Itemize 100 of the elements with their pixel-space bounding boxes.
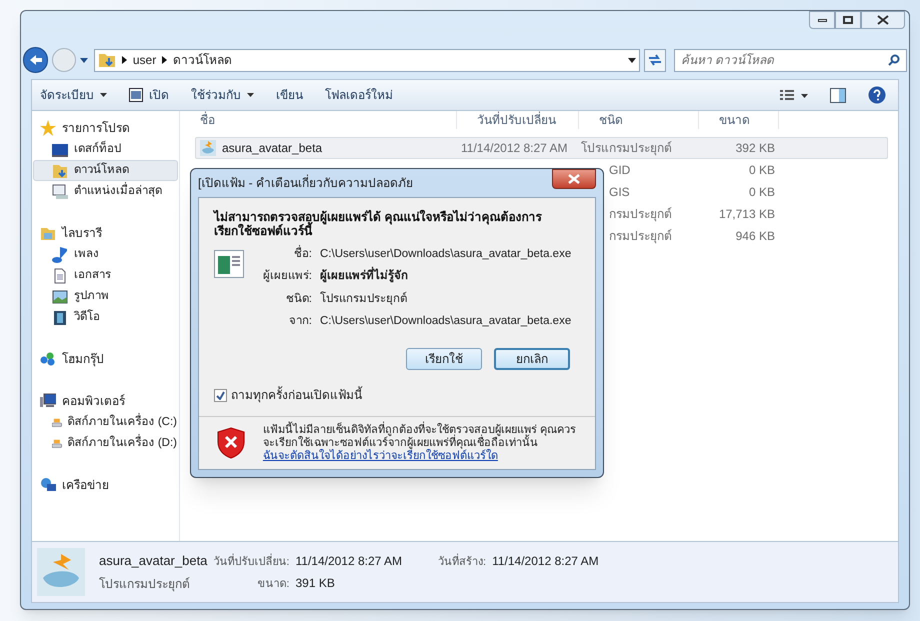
field-label: ชื่อ:	[244, 246, 312, 264]
music-note-icon	[52, 246, 68, 262]
maximize-button[interactable]	[835, 11, 861, 29]
toolbar-button[interactable]: เปิด	[129, 86, 169, 104]
field-label: วันที่ปรับเปลี่ยน:	[213, 554, 290, 570]
table-cell-text: GID	[608, 162, 632, 179]
field-value: C:\Users\user\Downloads\asura_avatar_beta.exe	[320, 314, 572, 329]
refresh-icon	[648, 54, 662, 66]
folder-icon	[98, 52, 116, 68]
close-icon	[877, 15, 889, 25]
field-value: C:\Users\user\Downloads\asura_avatar_beta.exe	[320, 247, 572, 262]
table-cell-text: 17,713 KB	[718, 206, 776, 223]
checkbox-label[interactable]: ถามทุกครั้งก่อนเปิดแฟ้มนี้	[231, 386, 362, 404]
sidebar-item[interactable]: เครือข่าย	[32, 474, 179, 496]
picture-icon	[52, 288, 68, 304]
table-cell-text: GIS	[608, 184, 631, 201]
field-label: ขนาด:	[256, 577, 290, 592]
table-cell-text: 11/14/2012 8:27 AM	[460, 140, 569, 157]
field-value: 11/14/2012 8:27 AM	[492, 552, 599, 570]
sidebar-item[interactable]: รูปภาพ	[33, 286, 178, 307]
toolbar-button[interactable]: จัดระเบียบ	[40, 86, 107, 104]
file-name: asura_avatar_beta	[222, 140, 322, 157]
toolbar-button[interactable]: ใช้ร่วมกับ	[191, 86, 254, 104]
field-value: 391 KB	[295, 575, 336, 592]
close-button[interactable]	[861, 11, 905, 29]
sidebar-item[interactable]: เดสก์ท็อป	[33, 139, 178, 160]
field-value: โปรแกรมประยุกต์	[320, 290, 408, 307]
chevron-icon	[122, 56, 127, 64]
application-icon	[214, 250, 244, 278]
column-header[interactable]: วันที่ปรับเปลี่ยน	[457, 111, 579, 129]
computer-icon	[40, 393, 56, 409]
dialog-title: [เปิดแฟ้ม - คำเตือนเกี่ยวกับความปลอดภัย	[198, 174, 413, 192]
back-button[interactable]	[23, 47, 48, 73]
folder-icon	[40, 225, 56, 241]
minimize-icon	[818, 18, 826, 22]
minimize-button[interactable]	[809, 11, 835, 29]
chevron-icon	[162, 56, 168, 64]
back-arrow-icon	[28, 54, 43, 66]
search-placeholder: ค้นหา ดาวน์โหลด	[680, 52, 774, 69]
table-cell-text: 392 KB	[734, 140, 776, 157]
circles-icon	[40, 351, 56, 367]
sidebar-item[interactable]: ไลบรารี	[32, 222, 179, 244]
close-icon	[568, 174, 580, 184]
field-label: วันที่สร้าง:	[438, 554, 486, 570]
table-cell-text: กรมประยุกต์	[608, 228, 673, 245]
dialog-button[interactable]: เรียกใช้	[406, 348, 482, 370]
search-field[interactable]: ค้นหา ดาวน์โหลด	[674, 48, 907, 72]
toolbar-button[interactable]: เขียน	[276, 86, 303, 104]
sidebar-item[interactable]: เอกสาร	[33, 265, 178, 286]
monitor-icon	[52, 142, 68, 158]
field-value: 11/14/2012 8:27 AM	[295, 552, 402, 570]
breadcrumb-item[interactable]: ดาวน์โหลด	[173, 51, 232, 69]
close-button[interactable]	[552, 169, 596, 189]
folder-icon	[52, 162, 68, 178]
maximize-icon	[843, 16, 853, 24]
warning-text: แฟ้มนี้ไม่มีลายเซ็นดิจิทัลที่ถูกต้องที่จะใช้ตรวจสอบผู้เผยแพร่ คุณควรจะเรียกใช้เฉพาะซอฟต์แวร์จากผู้เผยแพร่ที่คุณเชื่อถือเท่านั้น	[262, 424, 577, 449]
address-bar[interactable]: user ดาวน์โหลด	[94, 48, 640, 72]
app-icon	[37, 548, 85, 596]
sidebar-item[interactable]: คอมพิวเตอร์	[32, 390, 179, 412]
field-value: ผู้เผยแพร่ที่ไม่รู้จัก	[320, 268, 572, 286]
field-label: ชนิด:	[284, 292, 312, 306]
sidebar-item[interactable]: ดิสก์ภายในเครื่อง (C:)	[33, 412, 178, 433]
help-icon	[868, 86, 886, 104]
sidebar-item[interactable]: เพลง	[33, 244, 178, 265]
field-label: ผู้เผยแพร่:	[262, 268, 312, 284]
file-type: โปรแกรมประยุกต์	[99, 576, 191, 593]
window-icon	[129, 88, 143, 102]
checkbox[interactable]	[214, 388, 227, 402]
table-cell-text: โปรแกรมประยุกต์	[580, 140, 673, 157]
shield-error-icon	[217, 427, 245, 459]
preview-pane-icon	[830, 88, 846, 102]
table-cell-text: 946 KB	[734, 228, 776, 245]
star-icon	[40, 120, 56, 136]
search-icon	[888, 54, 900, 66]
dialog-heading: ไม่สามารถตรวจสอบผู้เผยแพร่ได้ คุณแน่ใจหรือไม่ว่าคุณต้องการเรียกใช้ซอฟต์แวร์นี้	[214, 210, 543, 238]
dialog-button[interactable]: ยกเลิก	[494, 348, 570, 370]
column-header[interactable]: ชื่อ	[180, 111, 457, 129]
table-cell-text: 0 KB	[748, 184, 776, 201]
refresh-button[interactable]	[644, 48, 666, 72]
sidebar-item[interactable]: รายการโปรด	[32, 117, 179, 139]
column-header[interactable]: ชนิด	[579, 111, 699, 129]
file-name: asura_avatar_beta	[99, 552, 208, 570]
sidebar-item[interactable]: โฮมกรุ๊ป	[32, 348, 179, 370]
sidebar-item[interactable]: ตำแหน่งเมื่อล่าสุด	[33, 181, 178, 202]
table-cell-text: กรมประยุกต์	[608, 206, 673, 223]
app-icon	[200, 140, 216, 156]
file-row[interactable]: asura_avatar_beta 11/14/2012 8:27 AM โปรแกรมประยุกต์ 392 KB	[195, 137, 888, 159]
view-list-icon	[780, 89, 808, 101]
breadcrumb-item[interactable]: user	[132, 51, 156, 69]
sidebar-item[interactable]: วิดีโอ	[33, 307, 178, 328]
sidebar-item[interactable]: ดิสก์ภายในเครื่อง (D:)	[33, 433, 178, 454]
dropdown-arrow-icon	[628, 58, 636, 62]
column-header[interactable]: ขนาด	[699, 111, 779, 129]
dropdown-arrow-icon	[80, 58, 88, 62]
document-icon	[52, 268, 68, 284]
field-label: จาก:	[288, 314, 312, 329]
sidebar-item[interactable]: ดาวน์โหลด	[33, 160, 178, 181]
help-link[interactable]: ฉันจะตัดสินใจได้อย่างไรว่าจะเรียกใช้ซอฟต์แวร์ใด	[262, 450, 577, 462]
toolbar-button[interactable]: โฟลเดอร์ใหม่	[325, 86, 393, 104]
window-icon	[52, 184, 68, 200]
